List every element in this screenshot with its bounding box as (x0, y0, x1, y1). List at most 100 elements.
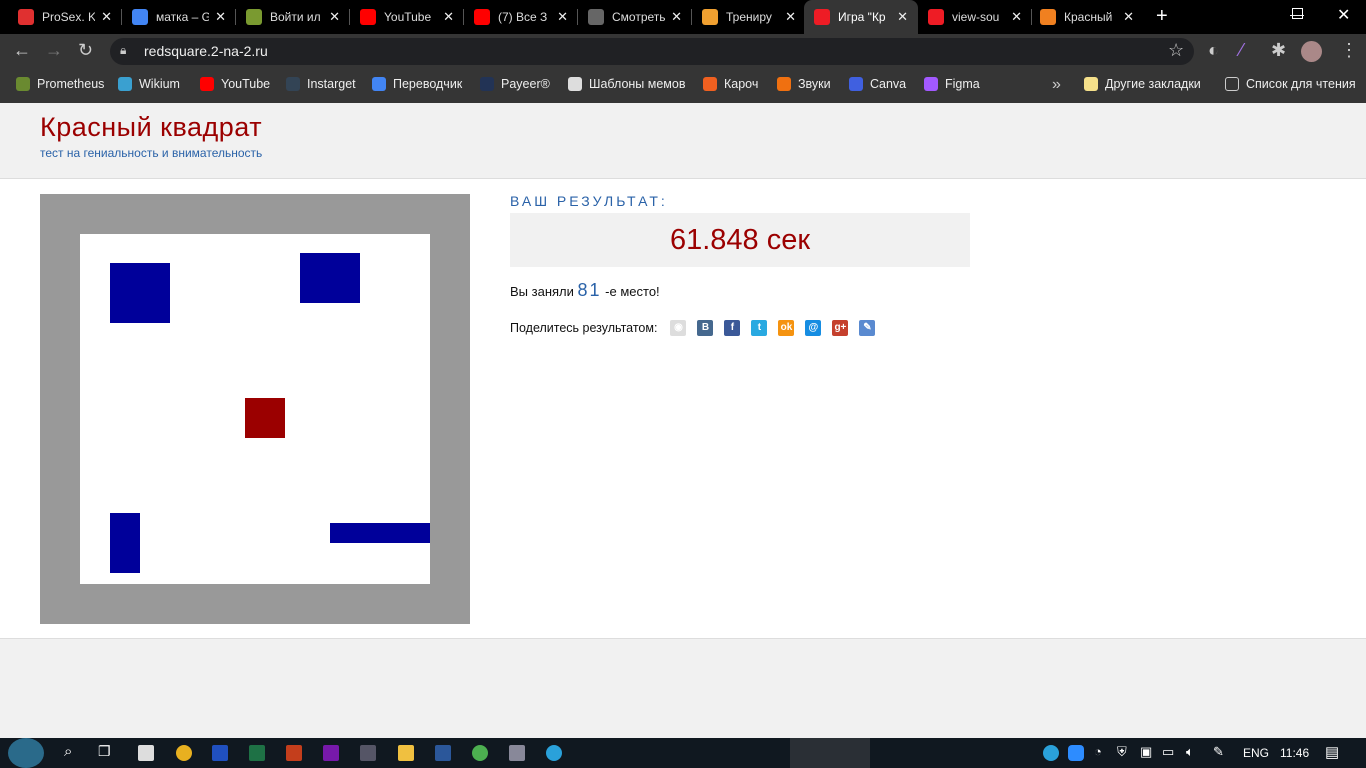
share-googleplus-icon[interactable]: g+ (832, 320, 849, 336)
tab[interactable]: view-sou ✕ (918, 0, 1032, 34)
blue-block (330, 523, 430, 543)
bookmark[interactable]: Звуки (777, 77, 831, 91)
search-icon[interactable]: ⌕ (64, 743, 72, 760)
site-title[interactable]: Красный квадрат (40, 112, 262, 143)
tab-favicon-icon (588, 9, 604, 25)
close-tab-icon[interactable]: ✕ (329, 9, 340, 25)
chrome-icon[interactable] (472, 745, 488, 761)
zoom-tray-icon[interactable] (1068, 745, 1084, 761)
bookmark[interactable]: YouTube (200, 77, 270, 91)
share-vk-icon[interactable]: B (697, 320, 714, 336)
tablet-icon[interactable]: ▣ (1140, 744, 1152, 760)
share-twitter-icon[interactable]: t (751, 320, 768, 336)
security-icon[interactable]: ⛨ (1117, 744, 1127, 760)
feather-extension-icon[interactable]: ⁄ (1240, 40, 1243, 61)
tab-favicon-icon (702, 9, 718, 25)
bookmark-icon (924, 77, 938, 91)
share-mailru-icon[interactable]: @ (805, 320, 822, 336)
file-explorer-icon[interactable] (398, 745, 414, 761)
language-indicator[interactable]: ENG (1243, 746, 1269, 760)
media-icon[interactable] (360, 745, 376, 761)
bookmark[interactable]: Prometheus (16, 77, 104, 91)
result-time: 61.848 сек (510, 213, 970, 267)
folder-icon (1084, 77, 1098, 91)
telegram-tray-icon[interactable] (1043, 745, 1059, 761)
share-livejournal-icon[interactable]: ✎ (859, 320, 876, 336)
close-tab-icon[interactable]: ✕ (101, 9, 112, 25)
extensions-icon[interactable]: ✱ (1271, 40, 1286, 61)
tab[interactable]: Трениру ✕ (692, 0, 806, 34)
taskbar-preview (790, 738, 870, 768)
notifications-icon[interactable]: ▤ (1325, 743, 1339, 761)
more-bookmarks-icon[interactable]: » (1052, 76, 1061, 94)
close-tab-icon[interactable]: ✕ (215, 9, 226, 25)
excel-icon[interactable] (249, 745, 265, 761)
bookmark-label: Canva (870, 77, 907, 91)
tab[interactable]: (7) Все З ✕ (464, 0, 578, 34)
powerpoint-icon[interactable] (286, 745, 302, 761)
back-icon[interactable]: ← (13, 40, 31, 61)
new-tab-button[interactable]: + (1156, 5, 1168, 28)
tab[interactable]: Красный ✕ (1030, 0, 1144, 34)
bookmark[interactable]: Wikium (118, 77, 180, 91)
tab[interactable]: Игра "Кр ✕ (804, 0, 918, 34)
onenote-icon[interactable] (323, 745, 339, 761)
close-window-button[interactable]: ✕ (1337, 5, 1350, 25)
tab-favicon-icon (18, 9, 34, 25)
bookmark-label: Шаблоны мемов (589, 77, 686, 91)
share-facebook-icon[interactable]: f (724, 320, 741, 336)
volume-muted-icon[interactable]: 🔈︎ (1186, 744, 1194, 760)
close-tab-icon[interactable]: ✕ (1123, 9, 1134, 25)
close-tab-icon[interactable]: ✕ (443, 9, 454, 25)
bookmark[interactable]: Instarget (286, 77, 356, 91)
red-square[interactable] (245, 398, 285, 438)
save-app-icon[interactable] (212, 745, 228, 761)
word-icon[interactable] (435, 745, 451, 761)
tab[interactable]: ProSex. K ✕ (8, 0, 122, 34)
bookmark[interactable]: Payeer® (480, 77, 550, 91)
telegram-icon[interactable] (546, 745, 562, 761)
bookmark-icon (568, 77, 582, 91)
other-bookmarks[interactable]: Другие закладки (1084, 77, 1201, 91)
reload-icon[interactable]: ↻ (78, 40, 93, 61)
dark-reader-icon[interactable]: ◐ (1208, 40, 1219, 61)
bookmark-icon (777, 77, 791, 91)
close-tab-icon[interactable]: ✕ (671, 9, 682, 25)
avatar[interactable] (1301, 41, 1322, 62)
tab[interactable]: матка – G ✕ (122, 0, 236, 34)
close-tab-icon[interactable]: ✕ (557, 9, 568, 25)
tab[interactable]: Смотреть ✕ (578, 0, 692, 34)
menu-icon[interactable]: ⋮ (1340, 40, 1358, 61)
bookmark[interactable]: Figma (924, 77, 980, 91)
reading-list[interactable]: Список для чтения (1225, 77, 1356, 91)
tab-favicon-icon (474, 9, 490, 25)
forward-icon[interactable]: → (45, 40, 63, 61)
bookmark[interactable]: Шаблоны мемов (568, 77, 685, 91)
share-bar: Поделитесь результатом: ◉ Bf t ok @ g+ ✎ (510, 320, 876, 336)
pen-icon[interactable]: ✎ (1213, 744, 1224, 760)
task-view-icon[interactable]: ❐ (98, 743, 111, 760)
close-tab-icon[interactable]: ✕ (897, 9, 908, 25)
bookmark[interactable]: Canva (849, 77, 906, 91)
store-icon[interactable] (138, 745, 154, 761)
clock[interactable]: 11:46 (1280, 746, 1309, 760)
start-button[interactable] (8, 738, 44, 768)
wifi-icon[interactable]: ◔ (1094, 744, 1102, 759)
star-icon[interactable]: ☆ (1168, 40, 1184, 61)
address-bar[interactable]: redsquare.2-na-2.ru (110, 38, 1194, 65)
place-number: 81 (577, 280, 602, 300)
tab[interactable]: YouTube ✕ (350, 0, 464, 34)
close-tab-icon[interactable]: ✕ (1011, 9, 1022, 25)
app-icon[interactable] (176, 745, 192, 761)
tab[interactable]: Войти ил ✕ (236, 0, 350, 34)
battery-icon[interactable]: ▭ (1162, 744, 1174, 760)
share-odnoklassniki-icon[interactable]: ok (778, 320, 795, 336)
app-icon[interactable] (509, 745, 525, 761)
restore-button[interactable] (1292, 8, 1303, 19)
bookmark[interactable]: Переводчик (372, 77, 462, 91)
bookmark[interactable]: Кароч (703, 77, 758, 91)
lock-icon: 🔒︎ (120, 43, 127, 57)
close-tab-icon[interactable]: ✕ (785, 9, 796, 25)
share-yaru-icon[interactable]: ◉ (670, 320, 687, 336)
tab-title: Смотреть (612, 10, 666, 24)
